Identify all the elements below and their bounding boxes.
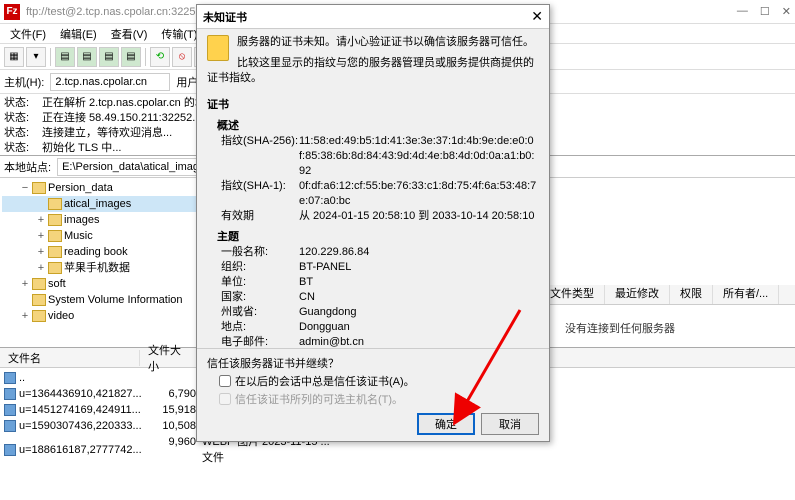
dialog-close-icon[interactable]: ✕ <box>531 8 543 25</box>
prov-value: Guangdong <box>299 305 539 320</box>
section-overview: 概述 <box>217 119 539 134</box>
cn-label: 一般名称: <box>221 245 299 260</box>
valid-value: 从 2024-01-15 20:58:10 到 2033-10-14 20:58… <box>299 209 539 224</box>
remote-file-header: 文件类型 最近修改 权限 所有者/... <box>540 285 795 305</box>
sitemanager-icon[interactable]: ▦ <box>4 47 24 67</box>
fp1-value: 0f:df:a6:12:cf:55:be:76:33:c1:8d:75:4f:6… <box>299 179 539 209</box>
host-label: 主机(H): <box>4 74 44 90</box>
country-value: CN <box>299 290 539 305</box>
maximize-icon[interactable]: ☐ <box>760 5 770 18</box>
toggle4-icon[interactable]: ▤ <box>121 47 141 67</box>
dropdown-icon[interactable]: ▾ <box>26 47 46 67</box>
log-label: 状态: <box>4 126 34 141</box>
menu-view[interactable]: 查看(V) <box>105 26 154 42</box>
unit-label: 单位: <box>221 275 299 290</box>
cancel-button[interactable]: 取消 <box>481 413 539 435</box>
valid-label: 有效期 <box>221 209 299 224</box>
unknown-certificate-dialog: 未知证书 ✕ 服务器的证书未知。请小心验证证书以确信该服务器可信任。 比较这里显… <box>196 4 550 442</box>
refresh-icon[interactable]: ⟲ <box>150 47 170 67</box>
menu-edit[interactable]: 编辑(E) <box>54 26 103 42</box>
trust-question: 信任该服务器证书并继续？ <box>207 355 539 371</box>
minimize-icon[interactable]: — <box>737 5 748 18</box>
fp1-label: 指纹(SHA-1): <box>221 179 299 209</box>
log-msg: 正在连接 58.49.150.211:32252... <box>42 111 201 126</box>
log-label: 状态: <box>4 141 34 156</box>
org-value: BT-PANEL <box>299 260 539 275</box>
menu-file[interactable]: 文件(F) <box>4 26 52 42</box>
log-label: 状态: <box>4 111 34 126</box>
ok-button[interactable]: 确定 <box>417 413 475 435</box>
mail-label: 电子邮件: <box>221 335 299 348</box>
col-size[interactable]: 文件大小 <box>140 342 198 374</box>
org-label: 组织: <box>221 260 299 275</box>
log-msg: 初始化 TLS 中... <box>42 141 121 156</box>
trust-always-checkbox[interactable]: 在以后的会话中总是信任该证书(A)。 <box>219 373 539 389</box>
mail-value: admin@bt.cn <box>299 335 539 348</box>
log-label: 状态: <box>4 96 34 111</box>
prov-label: 州或省: <box>221 305 299 320</box>
unit-value: BT <box>299 275 539 290</box>
remote-empty-message: 没有连接到任何服务器 <box>565 320 675 336</box>
toggle2-icon[interactable]: ▤ <box>77 47 97 67</box>
log-msg: 正在解析 2.tcp.nas.cpolar.cn 的地址 <box>42 96 217 111</box>
log-msg: 连接建立，等待欢迎消息... <box>42 126 172 141</box>
cn-value: 120.229.86.84 <box>299 245 539 260</box>
section-cert: 证书 <box>207 98 539 113</box>
country-label: 国家: <box>221 290 299 305</box>
section-subject: 主题 <box>217 230 539 245</box>
app-icon: Fz <box>4 4 20 20</box>
trust-althost-checkbox[interactable]: 信任该证书所列的可选主机名(T)。 <box>219 391 539 407</box>
lock-icon <box>207 35 229 61</box>
dialog-title: 未知证书 <box>203 9 531 25</box>
local-site-label: 本地站点: <box>4 159 51 175</box>
close-icon[interactable]: ✕ <box>782 5 791 18</box>
col-modified[interactable]: 最近修改 <box>605 285 670 304</box>
fp256-label: 指纹(SHA-256): <box>221 134 299 179</box>
toggle3-icon[interactable]: ▤ <box>99 47 119 67</box>
dialog-warn2: 比较这里显示的指纹与您的服务器管理员或服务提供商提供的证书指纹。 <box>207 56 539 86</box>
loc-value: Dongguan <box>299 320 539 335</box>
col-owner[interactable]: 所有者/... <box>713 285 779 304</box>
loc-label: 地点: <box>221 320 299 335</box>
stop-icon[interactable]: ⦸ <box>172 47 192 67</box>
col-name[interactable]: 文件名 <box>0 350 140 366</box>
host-input[interactable] <box>50 73 170 91</box>
toggle1-icon[interactable]: ▤ <box>55 47 75 67</box>
col-perm[interactable]: 权限 <box>670 285 713 304</box>
dialog-warn1: 服务器的证书未知。请小心验证证书以确信该服务器可信任。 <box>207 35 539 50</box>
fp256-value: 11:58:ed:49:b5:1d:41:3e:3e:37:1d:4b:9e:d… <box>299 134 539 179</box>
